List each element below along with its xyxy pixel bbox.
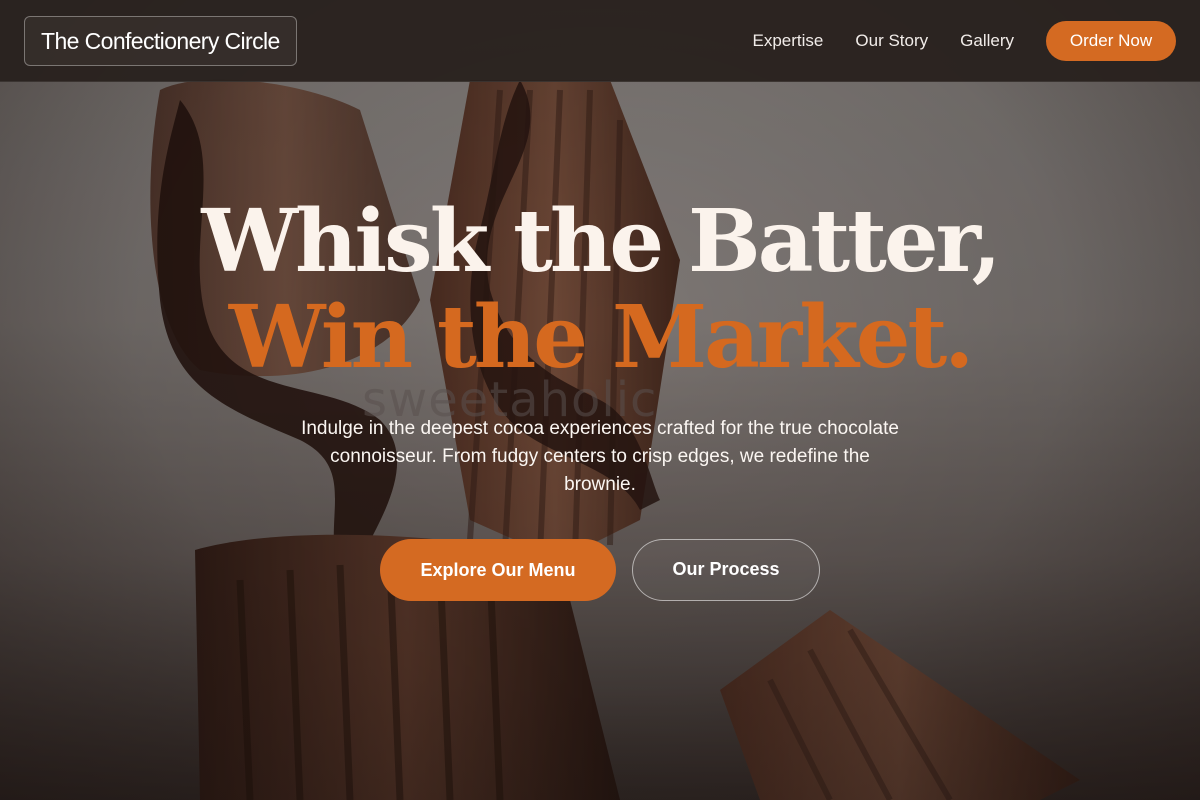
order-now-button[interactable]: Order Now xyxy=(1046,21,1176,61)
our-process-button[interactable]: Our Process xyxy=(632,539,820,601)
hero-description: Indulge in the deepest cocoa experiences… xyxy=(301,418,899,495)
hero-section: Whisk the Batter, Win the Market. Indulg… xyxy=(0,82,1200,800)
brand-logo[interactable]: The Confectionery Circle xyxy=(24,16,297,66)
top-navbar: The Confectionery Circle Expertise Our S… xyxy=(0,0,1200,82)
headline-line-2: Win the Market. xyxy=(228,287,974,388)
nav-link-our-story[interactable]: Our Story xyxy=(855,31,928,51)
nav-link-expertise[interactable]: Expertise xyxy=(753,31,824,51)
landing-page: sweetaholic The Confectionery Circle Exp… xyxy=(0,0,1200,800)
hero-headline: Whisk the Batter, Win the Market. xyxy=(0,194,1200,386)
main-nav: Expertise Our Story Gallery xyxy=(753,0,1014,82)
explore-menu-button[interactable]: Explore Our Menu xyxy=(380,539,616,601)
nav-link-gallery[interactable]: Gallery xyxy=(960,31,1014,51)
headline-line-1: Whisk the Batter, xyxy=(201,191,1001,292)
